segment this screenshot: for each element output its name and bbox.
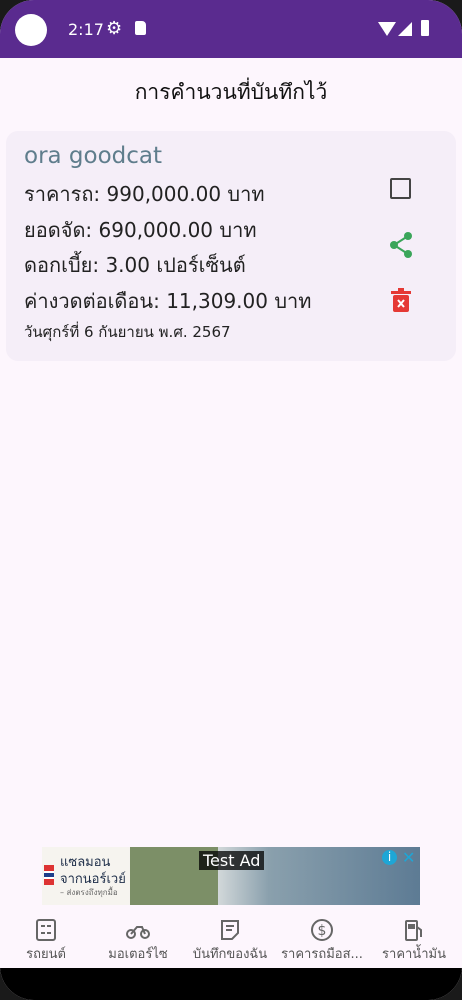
- page-title: การคำนวนที่บันทึกไว้: [134, 80, 328, 104]
- phone-screen: 2:17 ⚙ การคำนวนที่บันทึกไว้ ora goodcat …: [0, 0, 462, 1000]
- nav-label-fuel-price: ราคาน้ำมัน: [382, 947, 446, 962]
- notes-icon: [221, 920, 239, 940]
- car-model: ora goodcat: [24, 143, 163, 169]
- nav-label-motorcycle: มอเตอร์ไซ: [108, 947, 168, 962]
- ad-banner[interactable]: แซลมอน จากนอร์เวย์ – ส่งตรงถึงทุกมื้อ Te…: [42, 847, 420, 905]
- interest-rate: ดอกเบี้ย: 3.00 เปอร์เซ็นต์: [24, 253, 246, 277]
- delete-icon[interactable]: [391, 288, 411, 312]
- status-time: 2:17: [68, 20, 104, 39]
- gesture-bar: [0, 968, 462, 1000]
- motorcycle-icon: [126, 926, 150, 939]
- status-bar: 2:17 ⚙: [0, 0, 462, 58]
- camera-cutout: [15, 14, 47, 46]
- financed-amount: ยอดจัด: 690,000.00 บาท: [24, 218, 257, 242]
- wifi-icon: [378, 22, 396, 36]
- bottom-navigation: รถยนต์ มอเตอร์ไซ บันทึกของฉัน $ ราคารถมื…: [0, 910, 462, 968]
- saved-date: วันศุกร์ที่ 6 กันยายน พ.ศ. 2567: [24, 323, 231, 341]
- gear-icon: ⚙: [106, 18, 123, 39]
- ad-text-panel: แซลมอน จากนอร์เวย์ – ส่งตรงถึงทุกมื้อ: [42, 847, 129, 905]
- nav-item-used-car-price[interactable]: $ ราคารถมือส...: [276, 910, 368, 968]
- signal-icon: [398, 22, 412, 36]
- monthly-payment: ค่างวดต่อเดือน: 11,309.00 บาท: [24, 289, 312, 313]
- battery-icon: [421, 20, 429, 36]
- share-icon[interactable]: [388, 231, 414, 259]
- saved-calculation-card: ora goodcat ราคารถ: 990,000.00 บาท ยอดจั…: [6, 131, 456, 361]
- nav-item-my-notes[interactable]: บันทึกของฉัน: [184, 910, 276, 968]
- sd-card-icon: [135, 21, 146, 35]
- dollar-icon: $: [311, 919, 333, 941]
- ad-info-icon[interactable]: i: [382, 850, 397, 865]
- car-price: ราคารถ: 990,000.00 บาท: [24, 182, 265, 206]
- nav-label-car: รถยนต์: [26, 947, 66, 962]
- calculator-icon: [36, 919, 56, 941]
- test-ad-label: Test Ad: [199, 851, 265, 870]
- norway-flag-icon: [44, 865, 54, 885]
- nav-label-my-notes: บันทึกของฉัน: [192, 947, 268, 962]
- fuel-icon: [405, 920, 422, 941]
- ad-subtext: – ส่งตรงถึงทุกมื้อ: [60, 888, 118, 897]
- nav-item-motorcycle[interactable]: มอเตอร์ไซ: [92, 910, 184, 968]
- nav-label-used-car-price: ราคารถมือส...: [281, 947, 363, 962]
- svg-text:$: $: [318, 923, 327, 939]
- select-checkbox[interactable]: [390, 178, 411, 199]
- nav-item-car[interactable]: รถยนต์: [0, 910, 92, 968]
- nav-item-fuel-price[interactable]: ราคาน้ำมัน: [368, 910, 460, 968]
- ad-close-icon[interactable]: ✕: [402, 848, 415, 867]
